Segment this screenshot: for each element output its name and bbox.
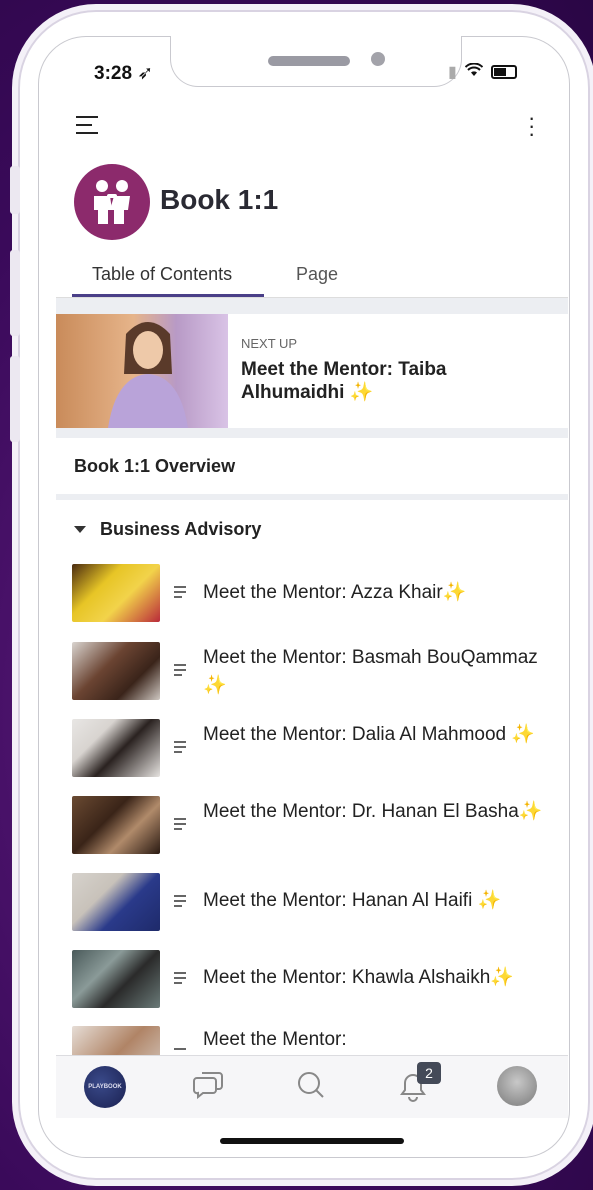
text-lines-icon bbox=[174, 741, 186, 756]
separator-band bbox=[56, 428, 568, 438]
next-up-title[interactable]: Meet the Mentor: Taiba Alhumaidhi ✨ bbox=[241, 358, 541, 404]
separator-band bbox=[56, 494, 568, 500]
overview-label[interactable]: Book 1:1 Overview bbox=[74, 456, 235, 477]
item-label: Meet the Mentor: Azza Khair✨ bbox=[203, 582, 467, 603]
mentor-thumbnail bbox=[72, 796, 160, 854]
playbook-logo: PLAYBOOK bbox=[88, 1084, 122, 1090]
list-item[interactable]: Meet the Mentor: Khawla Alshaikh✨ bbox=[72, 950, 552, 1010]
space-title: Book 1:1 bbox=[160, 184, 279, 215]
text-lines-icon bbox=[174, 818, 186, 833]
text-lines-icon bbox=[174, 586, 186, 601]
chat-icon[interactable] bbox=[193, 1070, 225, 1105]
mentor-thumbnail bbox=[72, 719, 160, 777]
next-up-thumbnail bbox=[56, 314, 228, 428]
home-indicator[interactable] bbox=[220, 1138, 404, 1144]
section-header[interactable]: Business Advisory bbox=[74, 519, 261, 540]
mentor-thumbnail bbox=[72, 873, 160, 931]
space-logo bbox=[74, 164, 150, 240]
caret-down-icon[interactable] bbox=[74, 526, 86, 533]
item-label: Meet the Mentor: Basmah BouQammaz ✨ bbox=[203, 647, 538, 696]
side-button-volume-down bbox=[10, 356, 20, 442]
status-icons: ▮ bbox=[448, 62, 517, 82]
tab-table-of-contents[interactable]: Table of Contents bbox=[92, 264, 232, 285]
item-label: Meet the Mentor: Khawla Alshaikh✨ bbox=[203, 967, 514, 988]
list-item[interactable]: Meet the Mentor: Hanan Al Haifi ✨ bbox=[72, 873, 552, 933]
section-title: Business Advisory bbox=[100, 519, 262, 539]
list-item[interactable]: Meet the Mentor: Dr. Hanan El Basha✨ bbox=[72, 796, 552, 856]
search-icon[interactable] bbox=[296, 1070, 326, 1105]
battery-icon bbox=[490, 65, 517, 79]
item-label: Meet the Mentor: bbox=[203, 1029, 347, 1050]
wifi-icon bbox=[464, 62, 484, 82]
mentor-thumbnail bbox=[72, 564, 160, 622]
list-item[interactable]: Meet the Mentor: bbox=[72, 1026, 552, 1056]
list-item[interactable]: Meet the Mentor: Dalia Al Mahmood ✨ bbox=[72, 719, 552, 779]
signal-icon: ▮ bbox=[448, 64, 457, 81]
item-label: Meet the Mentor: Dr. Hanan El Basha✨ bbox=[203, 801, 543, 822]
separator-band bbox=[56, 298, 568, 314]
more-options-icon[interactable]: · · · bbox=[528, 107, 535, 145]
mentor-thumbnail bbox=[72, 950, 160, 1008]
notifications-badge: 2 bbox=[417, 1062, 441, 1084]
mentor-thumbnail bbox=[72, 1026, 160, 1056]
camera bbox=[371, 52, 385, 66]
text-lines-icon bbox=[174, 1048, 186, 1053]
side-button-volume-up bbox=[10, 250, 20, 336]
list-item[interactable]: Meet the Mentor: Basmah BouQammaz ✨ bbox=[72, 642, 552, 702]
text-lines-icon bbox=[174, 972, 186, 987]
list-item[interactable]: Meet the Mentor: Azza Khair✨ bbox=[72, 564, 552, 624]
side-button-mute bbox=[10, 166, 20, 214]
active-tab-indicator bbox=[72, 294, 264, 297]
text-lines-icon bbox=[174, 664, 186, 679]
home-tab[interactable]: PLAYBOOK bbox=[84, 1066, 126, 1108]
item-label: Meet the Mentor: Hanan Al Haifi ✨ bbox=[203, 890, 502, 911]
next-up-label: NEXT UP bbox=[241, 336, 298, 351]
profile-avatar[interactable] bbox=[497, 1066, 537, 1106]
text-lines-icon bbox=[174, 895, 186, 910]
menu-icon[interactable] bbox=[76, 116, 98, 134]
mentor-thumbnail bbox=[72, 642, 160, 700]
speaker bbox=[268, 56, 350, 66]
item-label: Meet the Mentor: Dalia Al Mahmood ✨ bbox=[203, 724, 536, 745]
status-time: 3:28 ➶ bbox=[94, 63, 154, 84]
tab-page[interactable]: Page bbox=[296, 264, 338, 285]
